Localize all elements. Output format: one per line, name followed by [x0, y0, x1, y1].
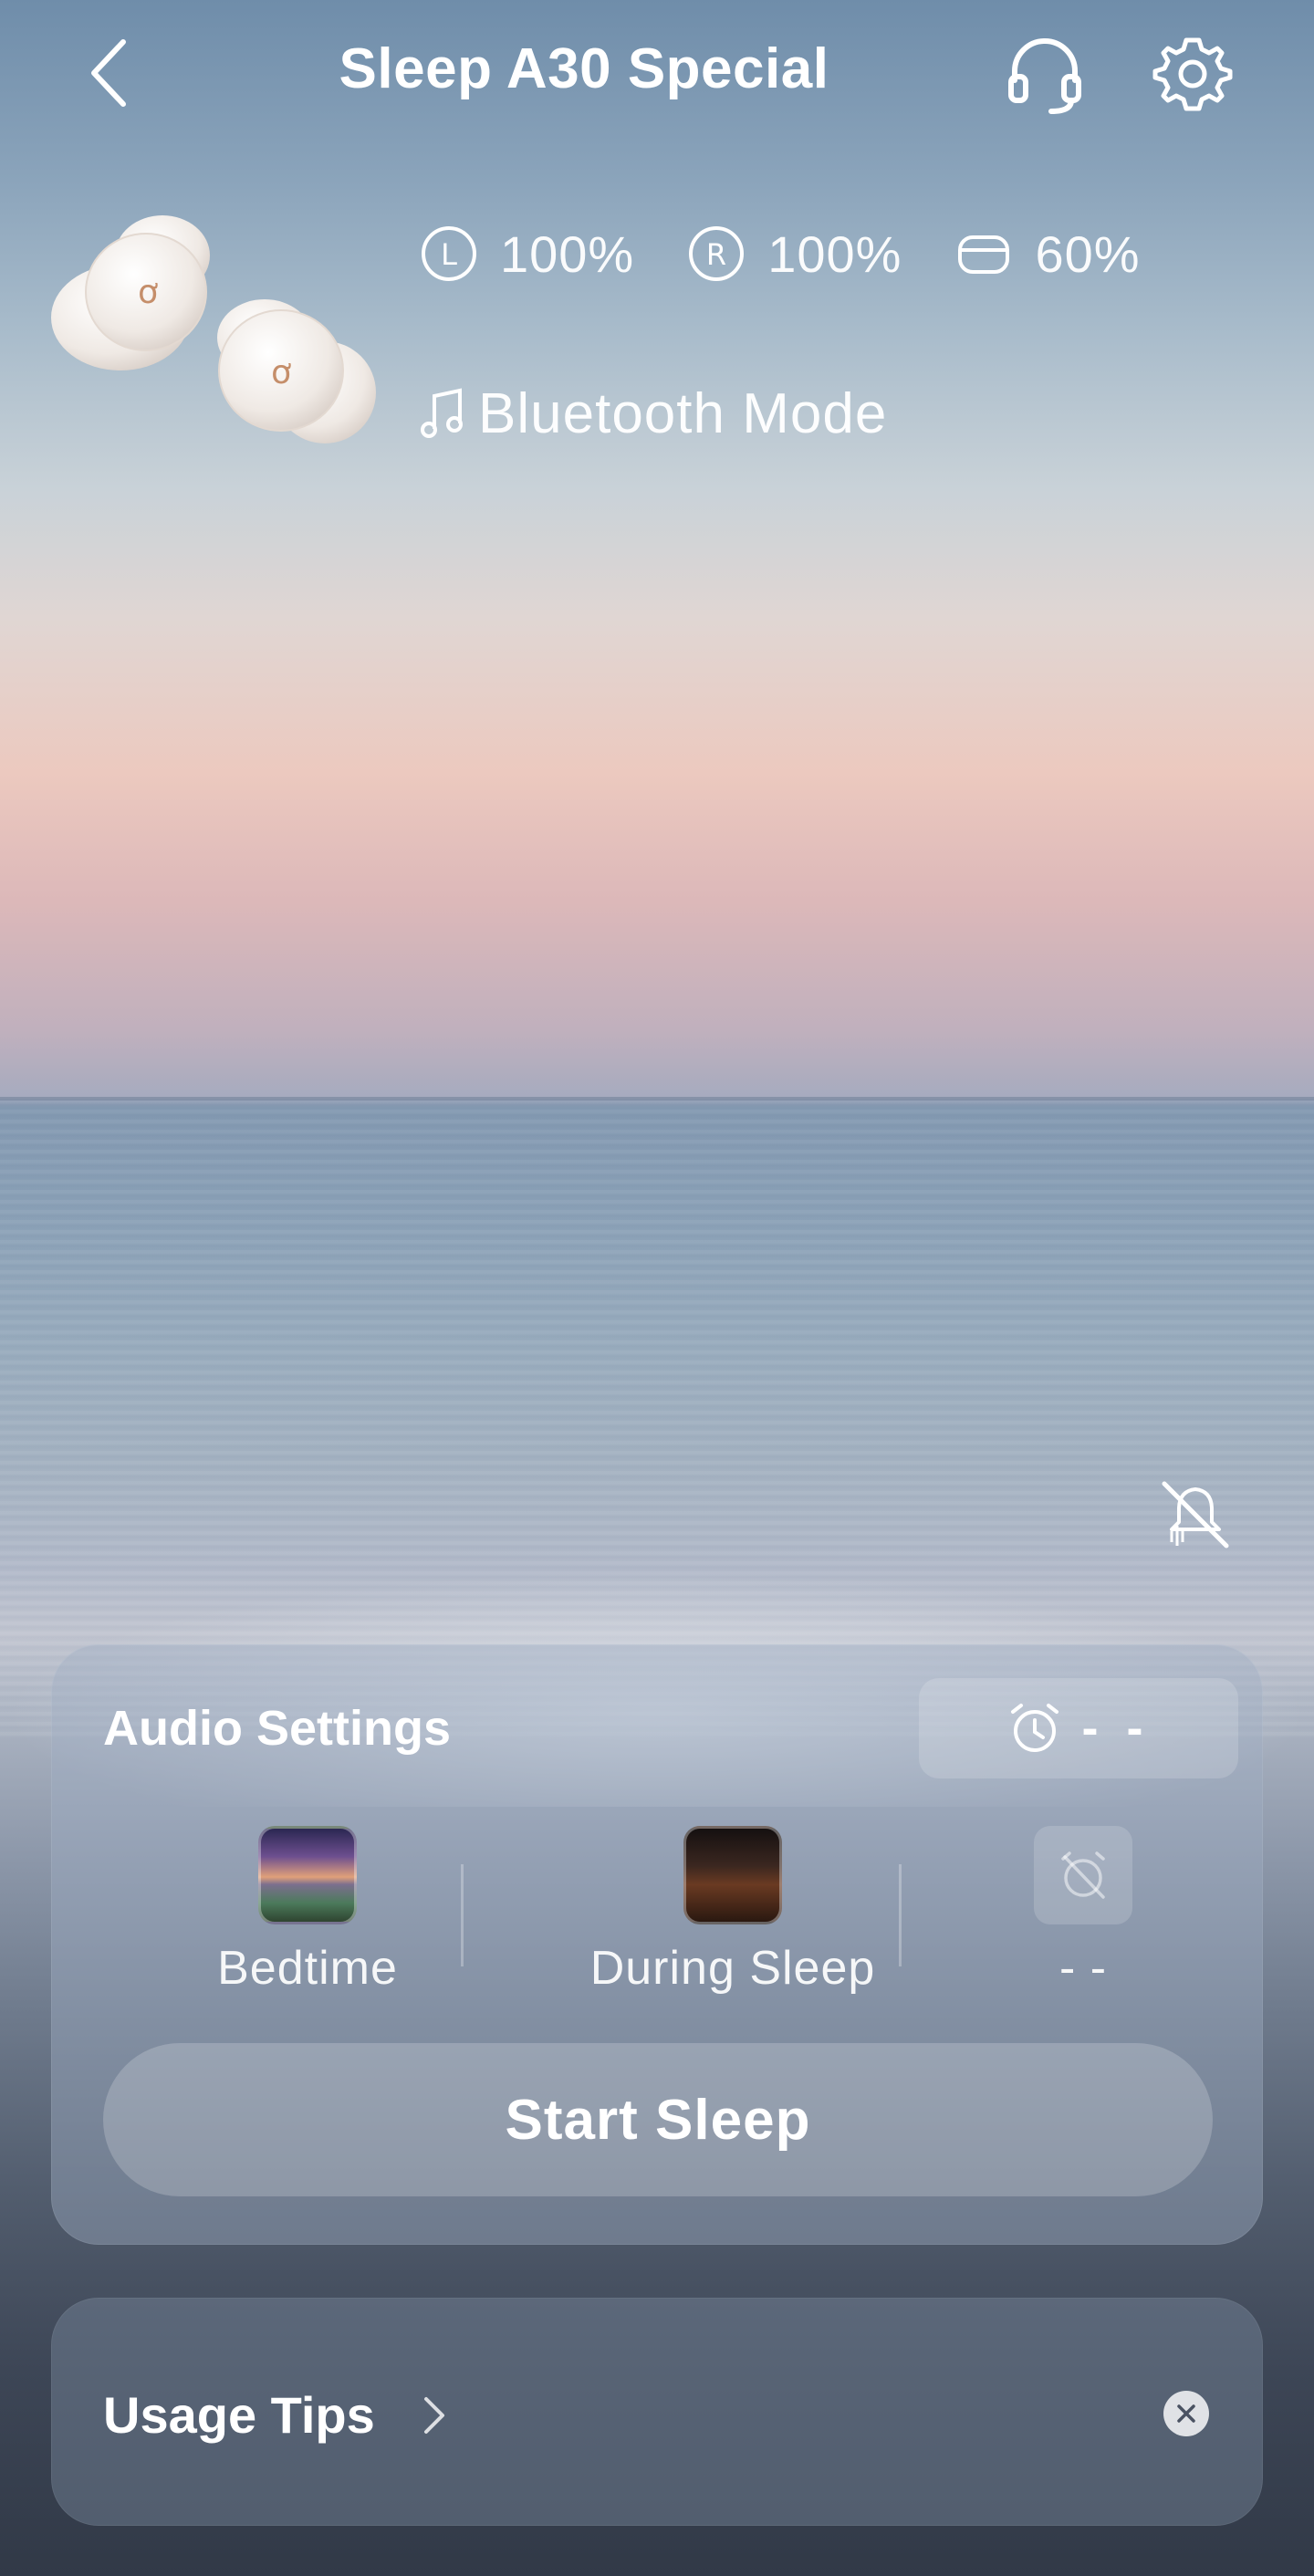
during-sleep-thumbnail: [683, 1826, 782, 1924]
svg-text:ơ: ơ: [271, 354, 291, 391]
case-battery: 60%: [954, 224, 1140, 284]
mode-label: Bluetooth Mode: [478, 382, 888, 445]
mode-bedtime[interactable]: Bedtime: [125, 1826, 490, 1996]
mute-button[interactable]: [1159, 1478, 1232, 1551]
horizon-line: [0, 1097, 1314, 1100]
alarm-button[interactable]: - -: [919, 1678, 1238, 1778]
case-battery-value: 60%: [1035, 224, 1141, 283]
alarm-clock-icon: [1010, 1704, 1058, 1752]
right-battery: R 100%: [687, 224, 902, 284]
back-button[interactable]: [73, 32, 146, 114]
bedtime-thumbnail: [258, 1826, 357, 1924]
settings-button[interactable]: [1152, 33, 1234, 115]
mode-wake-alarm[interactable]: - -: [901, 1826, 1266, 1996]
speaker-off-icon: [1162, 1481, 1229, 1549]
headset-icon: [1008, 38, 1081, 114]
right-battery-value: 100%: [767, 224, 902, 283]
music-note-icon: [421, 388, 463, 438]
mode-divider: [899, 1864, 902, 1966]
left-battery: L 100%: [420, 224, 634, 284]
sleep-modes: Bedtime During Sleep - -: [52, 1826, 1264, 2008]
left-battery-value: 100%: [500, 224, 635, 283]
close-icon: [1177, 2404, 1195, 2423]
alarm-value: - -: [1081, 1701, 1151, 1756]
letter-r-circle-icon: R: [689, 226, 745, 281]
alarm-off-icon: [1061, 1851, 1105, 1899]
during-sleep-label: During Sleep: [589, 1942, 876, 1995]
chevron-right-icon: [424, 2397, 444, 2434]
gear-icon: [1152, 37, 1233, 111]
wake-alarm-label: - -: [1058, 1942, 1108, 1995]
bedtime-label: Bedtime: [217, 1942, 398, 1995]
audio-settings-title: Audio Settings: [103, 1701, 451, 1756]
mode-divider: [461, 1864, 464, 1966]
dismiss-tips-button[interactable]: [1163, 2391, 1209, 2436]
earbuds-image: ơ ơ: [46, 201, 383, 456]
svg-text:L: L: [441, 237, 457, 272]
audio-settings-card: Audio Settings - - Bedtime During Sleep: [51, 1644, 1263, 2245]
start-sleep-button[interactable]: Start Sleep: [103, 2043, 1213, 2196]
usage-tips-title[interactable]: Usage Tips: [103, 2385, 375, 2445]
wake-alarm-thumbnail: [1034, 1826, 1132, 1924]
letter-l-circle-icon: L: [422, 226, 476, 281]
case-icon: [958, 235, 1010, 274]
usage-tips-card[interactable]: Usage Tips: [51, 2298, 1263, 2526]
connection-mode: Bluetooth Mode: [420, 381, 887, 446]
svg-text:R: R: [706, 237, 726, 272]
page-title: Sleep A30 Special: [339, 37, 829, 100]
top-bar: Sleep A30 Special: [0, 0, 1314, 146]
battery-status-row: L 100% R 100% 60%: [420, 217, 1194, 290]
headset-button[interactable]: [1004, 33, 1086, 115]
mode-during-sleep[interactable]: During Sleep: [550, 1826, 915, 1996]
chevron-left-icon: [91, 39, 126, 107]
svg-text:ơ: ơ: [138, 274, 158, 311]
